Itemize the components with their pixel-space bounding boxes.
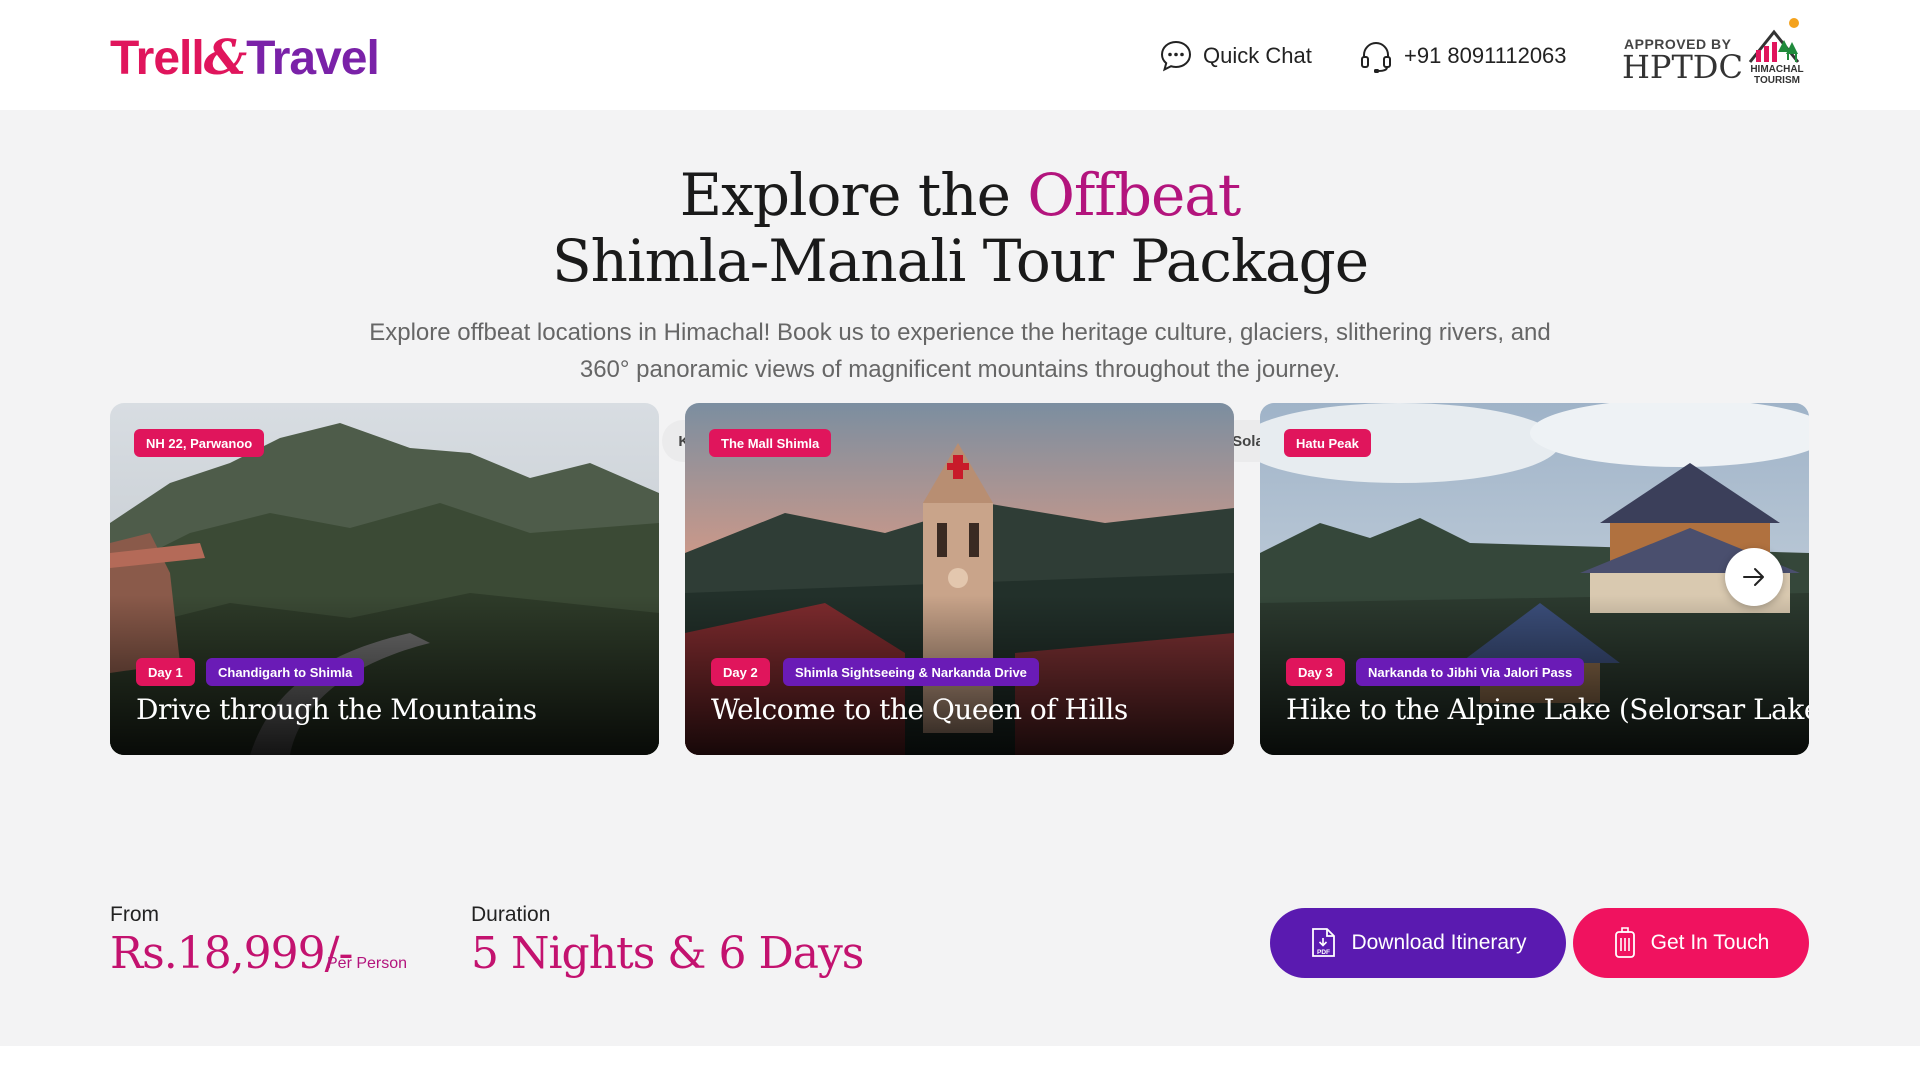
card-location-tag: The Mall Shimla (709, 429, 832, 457)
card-day-tag: Day 3 (1286, 658, 1345, 686)
card-location-tag: NH 22, Parwanoo (134, 429, 265, 457)
site-header: Trell&Travel Quick Chat +91 8091112063 A… (0, 0, 1920, 110)
card-route-tag: Shimla Sightseeing & Narkanda Drive (783, 658, 1039, 686)
itinerary-card-day-2[interactable]: The Mall Shimla Day 2 Shimla Sightseeing… (685, 403, 1234, 755)
download-itinerary-button[interactable]: PDF Download Itinerary (1270, 908, 1566, 978)
quick-chat-link[interactable]: Quick Chat (1159, 36, 1312, 76)
title-accent: Offbeat (1027, 161, 1241, 229)
card-day-tag: Day 1 (136, 658, 195, 686)
phone-device-icon (1614, 927, 1635, 958)
download-itinerary-label: Download Itinerary (1351, 931, 1527, 954)
card-location-tag: Hatu Peak (1284, 429, 1371, 457)
phone-link[interactable]: +91 8091112063 (1358, 36, 1567, 76)
card-title: Drive through the Mountains (136, 693, 537, 726)
itinerary-card-day-1[interactable]: NH 22, Parwanoo Day 1 Chandigarh to Shim… (110, 403, 659, 755)
hptdc-label: HPTDC (1622, 48, 1743, 86)
card-title: Hike to the Alpine Lake (Selorsar Lake) (1286, 693, 1809, 726)
carousel-next-button[interactable] (1725, 548, 1783, 606)
phone-number: +91 8091112063 (1404, 43, 1567, 68)
pdf-file-icon: PDF (1312, 928, 1336, 957)
himachal-tourism-label: HIMACHAL TOURISM (1750, 64, 1804, 86)
quick-chat-label: Quick Chat (1203, 43, 1312, 68)
svg-text:PDF: PDF (1317, 949, 1330, 956)
get-in-touch-label: Get In Touch (1650, 931, 1770, 954)
chat-bubble-icon (1159, 39, 1193, 73)
card-title: Welcome to the Queen of Hills (711, 693, 1128, 726)
price-value: Rs.18,999/- (110, 928, 353, 979)
duration-label: Duration (471, 903, 551, 926)
from-label: From (110, 903, 159, 926)
per-person-label: Per Person (327, 955, 408, 972)
card-day-tag: Day 2 (711, 658, 770, 686)
card-route-tag: Chandigarh to Shimla (206, 658, 365, 686)
arrow-right-icon (1743, 568, 1764, 586)
page-title: Explore the Offbeat Shimla-Manali Tour P… (551, 161, 1369, 295)
page-subtitle: Explore offbeat locations in Himachal! B… (369, 319, 1551, 383)
brand-logo[interactable]: Trell&Travel (110, 30, 380, 87)
card-route-tag: Narkanda to Jibhi Via Jalori Pass (1356, 658, 1585, 686)
headset-icon (1358, 38, 1394, 74)
duration-value: 5 Nights & 6 Days (471, 928, 864, 979)
hptdc-approval-badge: APPROVED BY HPTDC HIMACHAL TOURISM (1622, 18, 1812, 90)
get-in-touch-button[interactable]: Get In Touch (1573, 908, 1809, 978)
